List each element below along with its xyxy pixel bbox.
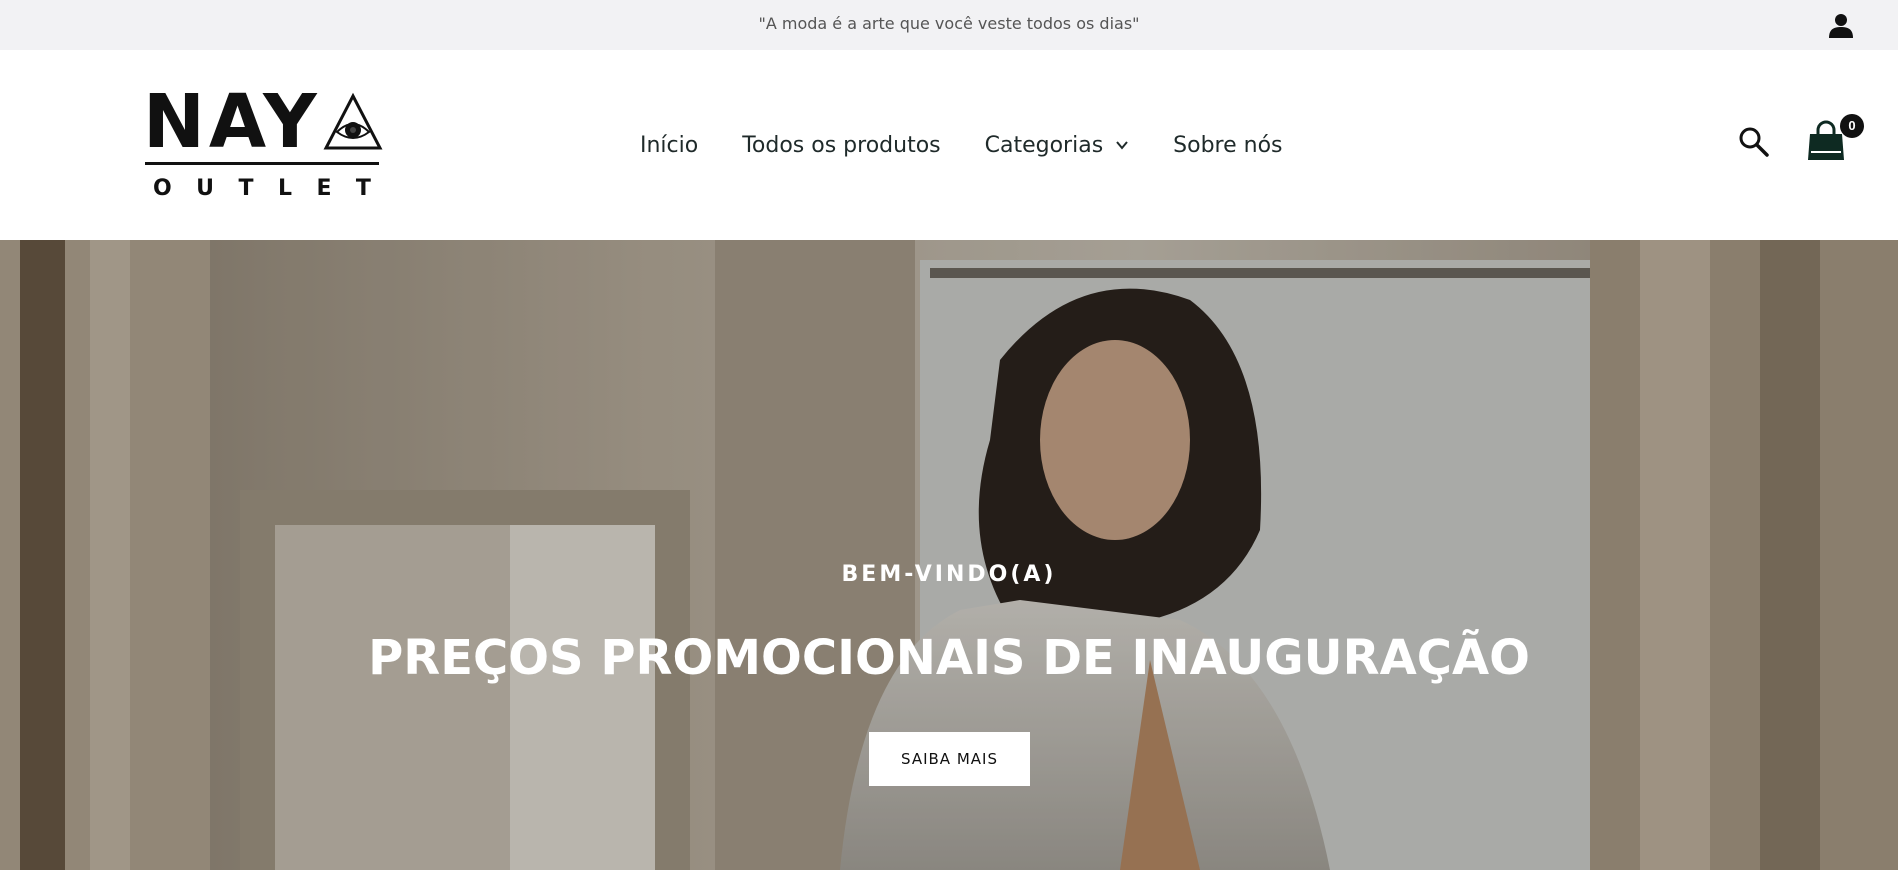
logo-subline-letter: O (153, 176, 172, 201)
main-nav: Início Todos os produtos Categorias Sobr… (640, 128, 1283, 162)
search-icon[interactable] (1738, 126, 1770, 158)
nav-item-todos-os-produtos[interactable]: Todos os produtos (742, 133, 940, 158)
logo-subline: O U T L E T (145, 176, 379, 201)
announcement-text: "A moda é a arte que você veste todos os… (758, 14, 1140, 33)
hero-eyebrow: BEM-VINDO(A) (841, 562, 1057, 587)
logo-subline-letter: T (238, 176, 254, 201)
site-header: NAY O U T L E T Início Todos os produtos… (0, 50, 1898, 240)
hero-banner: BEM-VINDO(A) PREÇOS PROMOCIONAIS DE INAU… (0, 240, 1898, 870)
nav-item-sobre-nos[interactable]: Sobre nós (1173, 133, 1282, 158)
nav-item-categorias-label: Categorias (984, 132, 1104, 158)
chevron-down-icon (1116, 141, 1128, 150)
hero-title: PREÇOS PROMOCIONAIS DE INAUGURAÇÃO (368, 630, 1530, 686)
logo-subline-letter: T (355, 176, 371, 201)
logo-eye-triangle-icon (323, 92, 383, 150)
logo-subline-letter: L (277, 176, 292, 201)
logo-subline-letter: U (196, 176, 215, 201)
logo-subline-letter: E (316, 176, 332, 201)
saiba-mais-button[interactable]: SAIBA MAIS (869, 732, 1030, 786)
nav-item-categorias[interactable]: Categorias (985, 133, 1130, 158)
logo-divider (145, 162, 379, 165)
account-icon[interactable] (1828, 12, 1854, 38)
logo[interactable]: NAY O U T L E T (143, 82, 383, 206)
announcement-bar: "A moda é a arte que você veste todos os… (0, 0, 1898, 50)
cart-count-badge: 0 (1840, 114, 1864, 138)
logo-wordmark: NAY (143, 79, 321, 165)
nav-item-inicio[interactable]: Início (640, 133, 698, 158)
